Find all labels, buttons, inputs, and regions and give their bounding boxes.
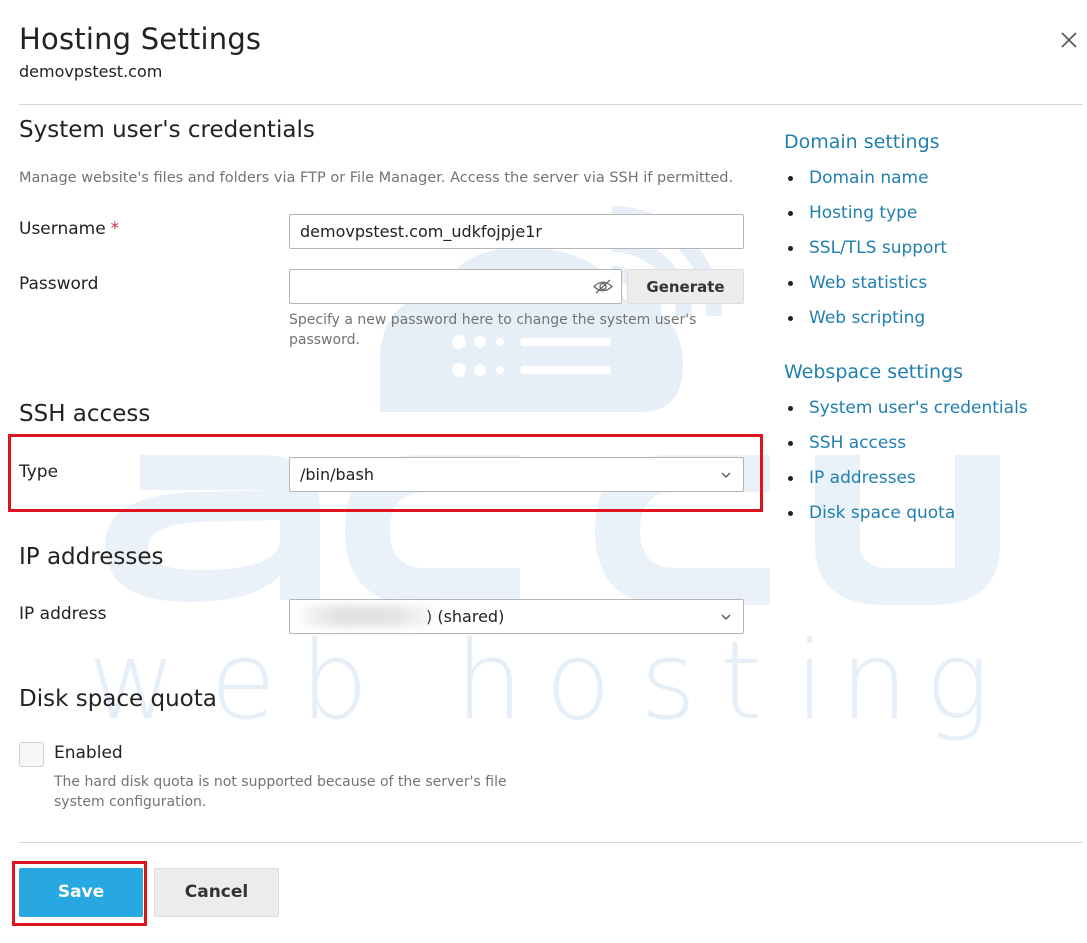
sidebar-item-ip-addresses[interactable]: IP addresses [784,468,1028,503]
dialog-title: Hosting Settings [19,22,262,56]
sidebar-item-web-scripting[interactable]: Web scripting [784,308,947,343]
footer-divider [19,842,1083,843]
chevron-down-icon [721,614,731,620]
required-mark: * [110,219,120,239]
header-divider [19,104,1083,105]
sidebar-item-ssl-tls[interactable]: SSL/TLS support [784,238,947,273]
sidebar-domain-list: Domain name Hosting type SSL/TLS support… [784,168,947,343]
ssh-heading: SSH access [19,401,151,427]
sidebar-item-ssh-access[interactable]: SSH access [784,433,1028,468]
svg-text:n: n [840,619,908,744]
username-label: Username * [19,219,120,239]
watermark-tagline-text: w [88,619,176,744]
generate-password-button[interactable]: Generate [627,269,744,304]
password-label: Password [19,274,99,294]
svg-text:o: o [545,619,611,744]
sidebar-item-credentials[interactable]: System user's credentials [784,398,1028,433]
svg-text:g: g [925,619,990,744]
username-input[interactable]: demovpstest.com_udkfojpje1r [289,214,744,249]
redacted-ip [300,605,435,627]
sidebar-item-hosting-type[interactable]: Hosting type [784,203,947,238]
sidebar-item-disk-quota[interactable]: Disk space quota [784,503,1028,538]
sidebar-domain-heading: Domain settings [784,131,940,153]
sidebar-webspace-heading: Webspace settings [784,361,963,383]
quota-hint: The hard disk quota is not supported bec… [54,774,507,810]
ssh-type-select[interactable]: /bin/bash [289,457,744,492]
quota-heading: Disk space quota [19,686,217,712]
sidebar-item-web-statistics[interactable]: Web statistics [784,273,947,308]
eye-off-icon[interactable] [593,278,613,295]
sidebar-item-domain-name[interactable]: Domain name [784,168,947,203]
chevron-down-icon [721,472,731,478]
dialog-subtitle: demovpstest.com [19,62,163,81]
svg-text:h: h [455,619,523,744]
save-button[interactable]: Save [19,868,143,917]
ip-heading: IP addresses [19,544,164,570]
quota-enabled-checkbox[interactable] [19,742,44,767]
credentials-description: Manage website's files and folders via F… [19,170,734,186]
ip-address-label: IP address [19,604,107,624]
svg-text:s: s [640,619,696,744]
quota-enabled-label: Enabled [54,743,123,763]
svg-text:i: i [795,619,825,744]
ssh-type-label: Type [19,462,59,482]
svg-text:t: t [720,619,762,744]
password-input[interactable] [289,269,622,304]
close-icon[interactable] [1058,29,1080,51]
cancel-button[interactable]: Cancel [154,868,279,917]
svg-text:e: e [210,619,276,744]
credentials-heading: System user's credentials [19,117,315,143]
svg-text:b: b [300,619,369,744]
sidebar-webspace-list: System user's credentials SSH access IP … [784,398,1028,538]
password-hint: Specify a new password here to change th… [289,312,697,348]
